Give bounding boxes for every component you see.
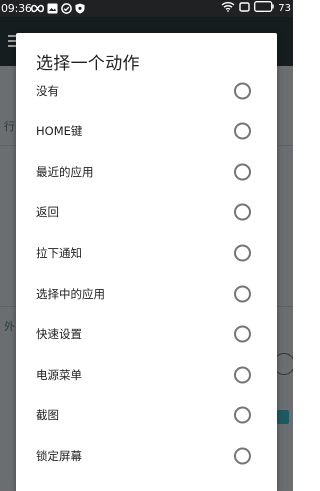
option-label: 锁定屏幕 (36, 449, 82, 463)
infinity-icon (31, 4, 44, 13)
option-quick-settings[interactable]: 快速设置 (16, 314, 277, 354)
option-label: 没有 (36, 84, 59, 98)
status-icons-left (31, 2, 85, 15)
option-selected-app[interactable]: 选择中的应用 (16, 274, 277, 314)
option-back[interactable]: 返回 (16, 192, 277, 232)
option-none[interactable]: 没有 (16, 71, 277, 111)
option-pull-down-notifications[interactable]: 拉下通知 (16, 233, 277, 273)
check-circle-icon (61, 3, 72, 14)
radio-icon[interactable] (234, 244, 251, 262)
radio-icon[interactable] (234, 447, 251, 465)
radio-icon[interactable] (234, 122, 251, 140)
square-icon (239, 0, 250, 17)
option-screenshot[interactable]: 截图 (16, 395, 277, 435)
option-recent-apps[interactable]: 最近的应用 (16, 152, 277, 192)
action-dialog: 选择一个动作 没有 HOME键 最近的应用 返回 拉下通知 选择中的应用 快速设… (16, 33, 277, 491)
background-text-1: 行 (4, 120, 15, 133)
background-checkbox-icon (277, 410, 289, 424)
status-bar: 09:36 73 (0, 0, 293, 17)
option-label: 截图 (36, 408, 59, 422)
radio-icon[interactable] (234, 82, 251, 100)
option-label: 最近的应用 (36, 165, 94, 179)
menu-icon (8, 35, 16, 47)
battery-level: 73 (278, 3, 291, 14)
option-home-key[interactable]: HOME键 (16, 111, 277, 151)
status-time: 09:36 (1, 2, 32, 15)
radio-icon[interactable] (234, 406, 251, 424)
radio-icon[interactable] (234, 325, 251, 343)
screen: 09:36 73 行 外 选择一个动作 没有 HOME键 最近的应用 返回 拉下… (0, 0, 293, 491)
radio-icon[interactable] (234, 285, 251, 303)
option-label: 返回 (36, 205, 59, 219)
shield-icon (75, 3, 85, 14)
wifi-icon (221, 0, 235, 17)
option-label: 电源菜单 (36, 368, 82, 382)
option-label: 快速设置 (36, 327, 82, 341)
radio-icon[interactable] (234, 203, 251, 221)
option-label: 选择中的应用 (36, 287, 105, 301)
option-lock-screen[interactable]: 锁定屏幕 (16, 436, 277, 476)
option-label: HOME键 (36, 124, 83, 138)
option-power-menu[interactable]: 电源菜单 (16, 355, 277, 395)
option-label: 拉下通知 (36, 246, 82, 260)
background-text-2: 外 (4, 320, 15, 333)
status-icons-right: 73 (221, 0, 291, 17)
image-notification-icon (47, 3, 58, 14)
radio-icon[interactable] (234, 366, 251, 384)
battery-icon (254, 0, 274, 17)
radio-icon[interactable] (234, 163, 251, 181)
